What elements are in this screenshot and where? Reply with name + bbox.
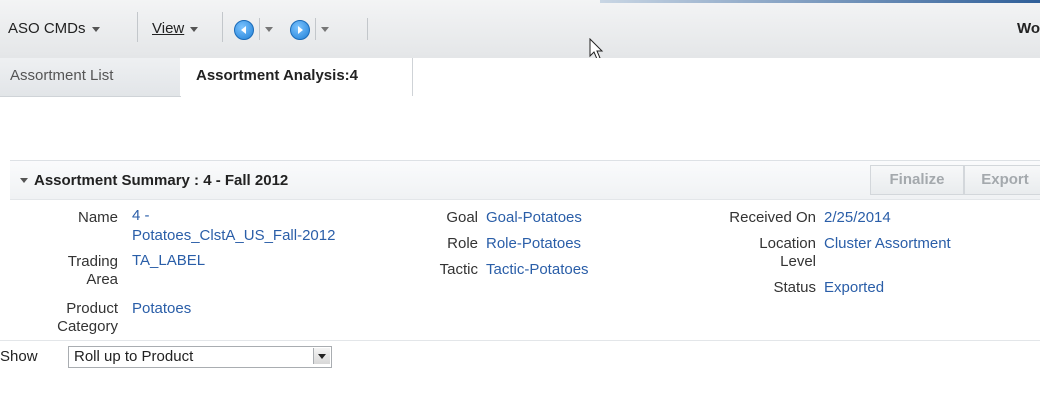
toolbar-accent-line: [600, 0, 1040, 3]
toolbar-separator: [137, 12, 138, 42]
location-level-label-line1: Location: [759, 235, 816, 252]
tactic-value: Tactic-Potatoes: [486, 261, 589, 278]
tab-assortment-analysis[interactable]: Assortment Analysis:4: [180, 58, 413, 96]
tactic-label: Tactic: [439, 261, 478, 278]
goal-label: Goal: [446, 209, 478, 226]
location-level-label-line2: Level: [780, 253, 816, 270]
aso-cmds-menu[interactable]: ASO CMDs: [8, 20, 100, 37]
received-on-value: 2/25/2014: [824, 209, 891, 226]
collapse-chevron-icon[interactable]: [20, 178, 28, 183]
show-select-value: Roll up to Product: [74, 348, 194, 365]
toolbar-separator: [367, 18, 368, 40]
product-category-label-line2: Category: [57, 318, 118, 335]
forward-history-dropdown-icon[interactable]: [321, 27, 329, 32]
finalize-button[interactable]: Finalize: [870, 165, 964, 195]
toolbar-separator: [315, 18, 316, 40]
toolbar-right-text: Wo: [1016, 20, 1040, 37]
name-label: Name: [77, 209, 118, 226]
trading-area-label-line1: Trading: [67, 253, 118, 270]
panel-title: Assortment Summary : 4 - Fall 2012: [34, 172, 289, 189]
toolbar: ASO CMDs View Wo: [0, 0, 1040, 59]
role-value: Role-Potatoes: [486, 235, 582, 252]
product-category-value: Potatoes: [132, 300, 192, 317]
show-label: Show: [0, 348, 38, 365]
trading-area-value: TA_LABEL: [132, 252, 206, 269]
export-button[interactable]: Export: [964, 165, 1040, 195]
tab-label: Assortment Analysis:4: [196, 67, 358, 84]
name-value-line2: Potatoes_ClstA_US_Fall-2012: [132, 227, 336, 244]
status-value: Exported: [824, 279, 885, 296]
toolbar-separator: [259, 18, 260, 40]
show-row: Show Roll up to Product: [0, 340, 1040, 371]
back-history-dropdown-icon[interactable]: [265, 27, 273, 32]
location-level-value: Cluster Assortment: [824, 235, 951, 252]
received-on-label: Received On: [729, 209, 816, 226]
panel-header: Assortment Summary : 4 - Fall 2012 Final…: [10, 161, 1040, 200]
aso-cmds-label: ASO CMDs: [8, 20, 86, 37]
goal-value: Goal-Potatoes: [486, 209, 582, 226]
dropdown-caret-icon: [190, 26, 199, 32]
dropdown-caret-icon: [91, 26, 100, 32]
tab-bar: Assortment List Assortment Analysis:4: [0, 58, 1040, 97]
back-nav-icon[interactable]: [234, 20, 254, 40]
trading-area-label-line2: Area: [86, 271, 118, 288]
view-menu[interactable]: View: [152, 20, 199, 37]
product-category-label-line1: Product: [66, 300, 118, 317]
status-label: Status: [773, 279, 816, 296]
show-select[interactable]: Roll up to Product: [68, 346, 332, 368]
tab-assortment-list[interactable]: Assortment List: [0, 58, 181, 97]
assortment-summary-panel: Assortment Summary : 4 - Fall 2012 Final…: [10, 160, 1040, 341]
role-label: Role: [447, 235, 478, 252]
forward-nav-icon[interactable]: [290, 20, 310, 40]
tab-label: Assortment List: [10, 67, 114, 84]
name-value-line1: 4 -: [132, 207, 150, 224]
select-dropdown-icon[interactable]: [313, 348, 330, 364]
toolbar-separator: [222, 12, 223, 42]
view-label: View: [152, 20, 185, 37]
